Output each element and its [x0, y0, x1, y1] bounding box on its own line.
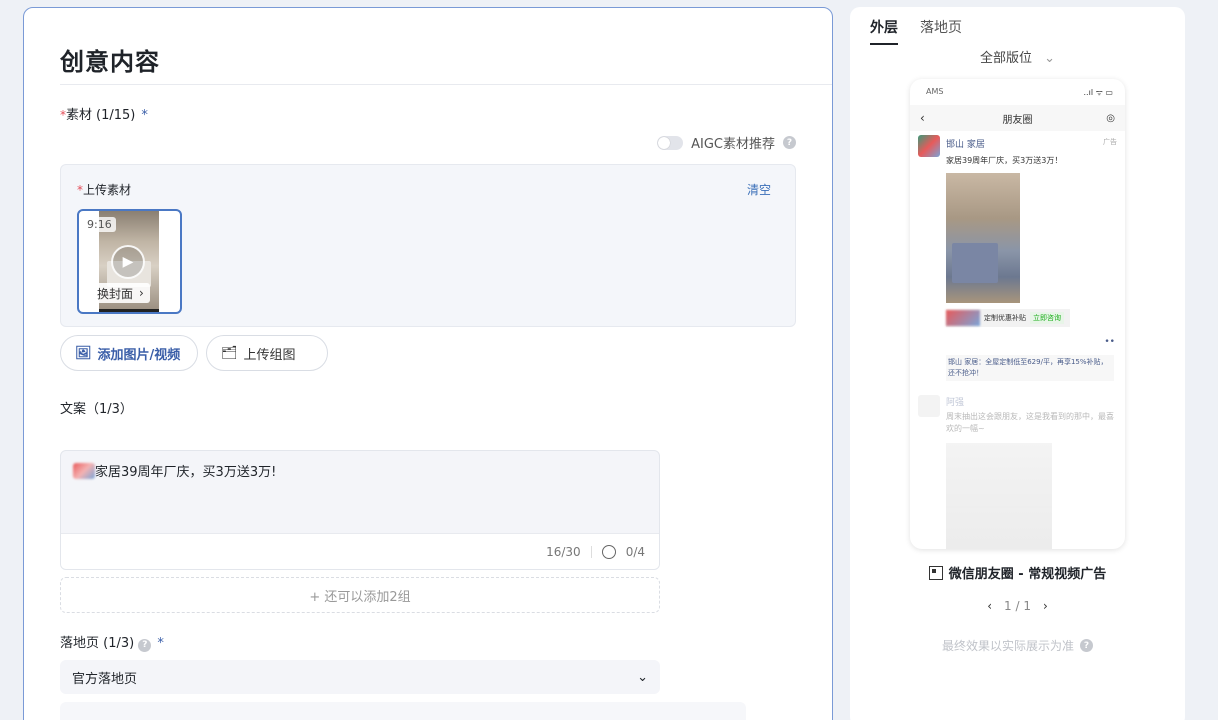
post-name: 邯山 家居: [946, 140, 985, 150]
landing-selected-value: 官方落地页: [72, 671, 138, 687]
add-image-video-button[interactable]: 🖼 添加图片/视频: [60, 335, 198, 371]
char-count: 16/30: [546, 544, 581, 559]
material-label-text: 素材: [66, 108, 93, 123]
tab-landing[interactable]: 落地页: [920, 17, 962, 45]
post-comment: 邯山 家居：全屋定制低至629/平，再享15%补贴，还不抢冲！: [946, 355, 1114, 381]
more-dots-icon: ••: [1104, 337, 1115, 347]
add-image-video-label: 添加图片/视频: [97, 347, 181, 363]
post-link-bar: 定制优惠补贴 立即咨询: [946, 309, 1070, 327]
upload-panel: *上传素材 清空 9:16 ▶ 换封面 ›: [60, 164, 796, 327]
copy-footer: 16/30 0/4: [61, 533, 659, 569]
phone-preview: AMS ..ıl ᯤ ▭ ‹ 朋友圈 ◎ 邯山 家居 广告 家居39周年厂庆，买…: [910, 79, 1125, 549]
landing-label-text: 落地页 (1/3): [60, 636, 135, 651]
pager-next-icon[interactable]: ›: [1043, 599, 1048, 613]
aigc-label: AIGC素材推荐: [691, 137, 775, 152]
preview-panel: 外层 落地页 全部版位 ⌄ AMS ..ıl ᯤ ▭ ‹ 朋友圈 ◎ 邯山 家居…: [850, 7, 1185, 720]
ad-type-text: 微信朋友圈 - 常规视频广告: [948, 567, 1107, 582]
post-link-text: 定制优惠补贴: [984, 314, 1026, 322]
landing-help-icon[interactable]: ?: [138, 638, 152, 652]
post-link-cta: 立即咨询: [1030, 312, 1064, 324]
upload-label-text: 上传素材: [83, 183, 132, 197]
aigc-toggle[interactable]: [657, 135, 684, 150]
back-icon: ‹: [920, 111, 925, 125]
pager-prev-icon[interactable]: ‹: [987, 599, 992, 613]
placement-value: 全部版位: [979, 51, 1032, 66]
change-cover-label: 换封面: [97, 286, 134, 301]
phone-nav-bar: ‹ 朋友圈 ◎: [910, 105, 1125, 131]
material-count: (1/15): [96, 108, 136, 123]
post2-image: [946, 443, 1052, 549]
copy-textarea[interactable]: 家居39周年厂庆，买3万送3万! 16/30 0/4: [60, 450, 660, 570]
post2-avatar: [918, 395, 940, 417]
upload-label: *上传素材: [77, 181, 131, 198]
preview-pager: ‹ 1 / 1 ›: [850, 599, 1185, 613]
copy-text: 家居39周年厂庆，买3万送3万!: [95, 465, 277, 480]
emoji-icon[interactable]: [601, 544, 616, 559]
aigc-recommend-row: AIGC素材推荐 ?: [657, 133, 796, 152]
final-note-text: 最终效果以实际展示为准: [941, 639, 1074, 653]
phone-carrier: AMS: [926, 87, 944, 96]
footer-separator: [590, 545, 592, 558]
chevron-right-icon: ›: [139, 286, 144, 300]
landing-page-select[interactable]: 官方落地页 ⌄: [60, 660, 660, 694]
aigc-help-icon[interactable]: ?: [783, 136, 796, 149]
copy-text-row: 家居39周年厂庆，买3万送3万!: [73, 461, 276, 480]
landing-star: *: [157, 636, 164, 651]
material-star: *: [141, 108, 148, 123]
qr-code-icon[interactable]: [928, 565, 943, 580]
ad-tag: 广告: [1103, 138, 1117, 146]
emoji-count: 0/4: [625, 544, 645, 559]
chevron-down-icon: ⌄: [637, 669, 648, 685]
material-label: *素材 (1/15) *: [60, 104, 148, 123]
gallery-icon: 🗂: [221, 345, 238, 361]
video-progress-bar: [99, 309, 159, 312]
aspect-ratio-badge: 9:16: [83, 217, 116, 232]
upload-group-button[interactable]: 🗂 上传组图: [206, 335, 328, 371]
title-divider: [60, 84, 832, 85]
post-avatar: [918, 135, 940, 157]
creative-content-card: 创意内容 * 素材 (1/15) * AIGC素材推荐 ? *上传素材 清空 9:16…: [23, 7, 833, 720]
image-icon: 🖼: [75, 345, 92, 361]
page-title: 创意内容: [60, 48, 160, 76]
clear-link[interactable]: 清空: [747, 181, 771, 198]
next-field-box: [60, 702, 746, 720]
chevron-down-icon: ⌄: [1044, 51, 1056, 66]
add-more-copy-button[interactable]: + 还可以添加2组: [60, 577, 660, 613]
change-cover-button[interactable]: 换封面 ›: [91, 283, 150, 303]
post-text: 家居39周年厂庆，买3万送3万！: [946, 156, 1063, 165]
phone-nav-title: 朋友圈: [1002, 114, 1033, 126]
landing-label: 落地页 (1/3) ? *: [60, 632, 164, 652]
brand-logo-icon: [946, 310, 980, 326]
post2-text: 周末抽出这会跟朋友，这是我看到的那中，最喜欢的一幅~: [946, 412, 1114, 433]
camera-icon: ◎: [1106, 112, 1115, 124]
ad-type-label: 微信朋友圈 - 常规视频广告: [850, 563, 1185, 582]
brand-logo-icon: [73, 462, 95, 479]
final-effect-note: 最终效果以实际展示为准 ?: [850, 637, 1185, 654]
final-help-icon[interactable]: ?: [1080, 639, 1093, 652]
upload-group-label: 上传组图: [243, 347, 296, 363]
placement-select[interactable]: 全部版位 ⌄: [850, 47, 1185, 66]
tab-outer[interactable]: 外层: [870, 17, 898, 45]
play-icon[interactable]: ▶: [111, 245, 145, 279]
preview-tabs: 外层 落地页: [870, 17, 962, 45]
pager-page: 1 / 1: [1004, 599, 1031, 613]
video-thumbnail[interactable]: 9:16 ▶ 换封面 ›: [77, 209, 182, 314]
post-video-image: [946, 173, 1020, 303]
post2-name: 阿强: [946, 398, 965, 408]
copy-label: 文案（1/3）: [60, 402, 133, 417]
phone-signal-icons: ..ıl ᯤ ▭: [1083, 88, 1113, 97]
